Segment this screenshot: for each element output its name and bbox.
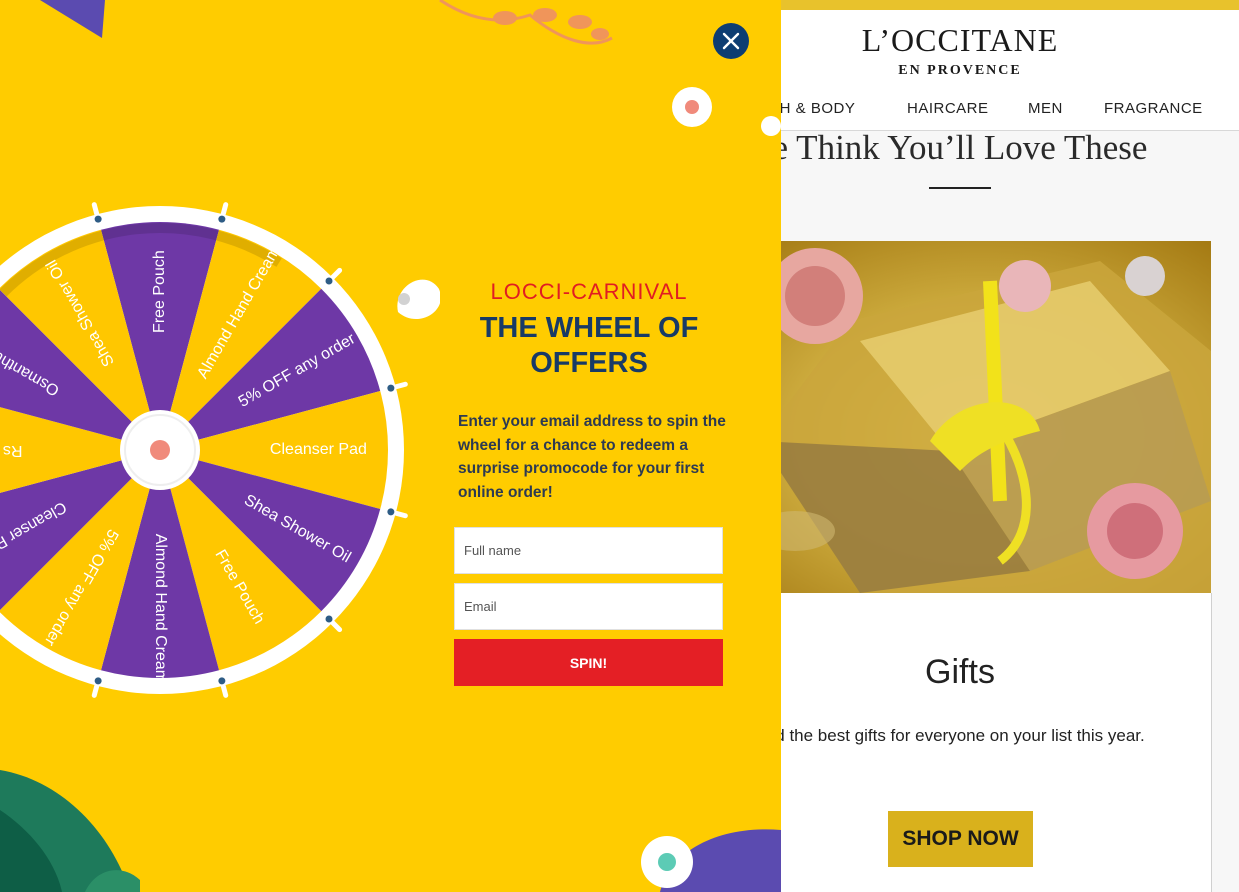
nav-men[interactable]: MEN: [1028, 100, 1063, 117]
wheel-peg-dot: [325, 277, 333, 285]
close-icon: [722, 32, 740, 50]
nav-fragrance[interactable]: FRAGRANCE: [1104, 100, 1203, 117]
wheel-hub-center: [150, 440, 170, 460]
wheel-peg: [220, 681, 229, 698]
wheel-peg-dot: [94, 215, 102, 223]
wheel-segment-label: Free Pouch: [151, 250, 168, 333]
spin-wheel-popup: Free Pouch Almond Hand Cream 5% OFF any or…: [0, 0, 781, 892]
brand-logo-subtitle: EN PROVENCE: [898, 63, 1022, 78]
wheel-peg-dot: [218, 215, 226, 223]
wheel-peg: [391, 381, 408, 390]
spin-button[interactable]: SPIN!: [454, 639, 723, 686]
wheel-peg: [91, 202, 100, 219]
prize-wheel[interactable]: Free Pouch Almond Hand Cream5% OFF any or…: [0, 180, 440, 720]
shop-now-button[interactable]: SHOP NOW: [888, 811, 1033, 867]
wheel-segment-label: Rs 50: [0, 442, 22, 459]
wheel-peg-dot: [94, 677, 102, 685]
title-divider: [929, 187, 991, 189]
wheel-segment-label: Almond Hand Cream: [152, 534, 169, 683]
popup-headline: THE WHEEL OF OFFERS: [479, 312, 699, 379]
wheel-peg: [391, 510, 408, 519]
wheel-segment-label: Cleanser Pad: [270, 441, 367, 458]
popup-description: Enter your email address to spin the whe…: [458, 413, 726, 501]
email-input[interactable]: [454, 583, 723, 630]
wheel-peg-dot: [218, 677, 226, 685]
popup-eyebrow: LOCCI-CARNIVAL: [490, 279, 688, 304]
wheel-peg: [91, 681, 100, 698]
wheel-pointer-icon: [397, 279, 440, 319]
wheel-peg: [328, 618, 343, 633]
nav-bath-body[interactable]: TH & BODY: [770, 100, 855, 117]
brand-logo[interactable]: L’OCCITANE: [840, 22, 1080, 59]
wheel-peg-dot: [325, 615, 333, 623]
wheel-peg-dot: [387, 384, 395, 392]
wheel-peg-dot: [387, 508, 395, 516]
close-popup-button[interactable]: [713, 23, 749, 59]
wheel-peg: [328, 267, 343, 282]
nav-haircare[interactable]: HAIRCARE: [907, 100, 989, 117]
full-name-input[interactable]: [454, 527, 723, 574]
wheel-peg: [220, 202, 229, 219]
